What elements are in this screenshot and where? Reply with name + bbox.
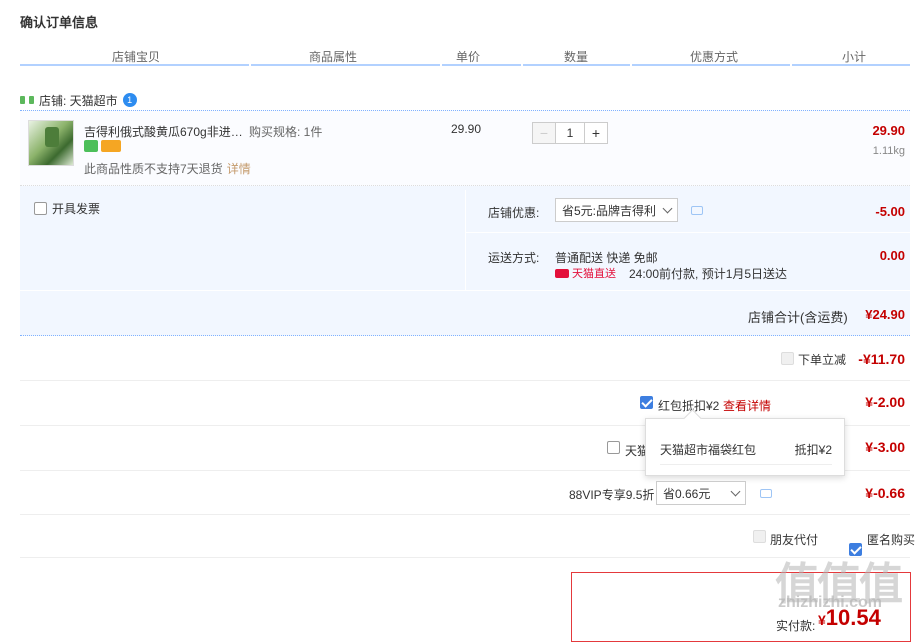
shop-promo-label: 店铺优惠: xyxy=(488,206,540,220)
vip-select[interactable]: 省0.66元 xyxy=(656,481,746,505)
popup-entry: 天猫超市福袋红包 抵扣¥2 xyxy=(660,441,832,465)
col-attributes: 商品属性 xyxy=(309,50,358,64)
shop-promo-select[interactable]: 省5元:品牌吉得利 xyxy=(555,198,678,222)
detail-link[interactable]: 详情 xyxy=(227,162,251,176)
popup-packet-value: 抵扣¥2 xyxy=(794,443,832,457)
service-tag-icon xyxy=(84,140,98,152)
product-attribute: 购买规格: 1件 xyxy=(249,125,323,139)
no-return-notice: 此商品性质不支持7天退货 详情 xyxy=(84,160,251,177)
col-shop-item: 店铺宝贝 xyxy=(112,50,161,64)
message-icon[interactable] xyxy=(760,489,772,498)
invoice-checkbox[interactable] xyxy=(34,202,47,215)
col-unit-price: 单价 xyxy=(456,50,481,64)
tmall-direct-badge: 天猫直送 xyxy=(555,265,616,281)
quantity-stepper: − 1 + xyxy=(532,122,608,144)
shop-name[interactable]: 店铺: 天猫超市 xyxy=(39,92,118,109)
friend-pay-label: 朋友代付 xyxy=(770,533,819,547)
red-packet-detail-link[interactable]: 查看详情 xyxy=(723,397,771,414)
panel-divider xyxy=(20,290,910,291)
item-subtotal: 29.90 xyxy=(872,123,905,138)
shipping-method: 普通配送 快递 免邮 xyxy=(555,251,658,265)
shop-icon xyxy=(20,94,34,106)
pay-currency: ¥ xyxy=(818,612,826,628)
shop-row: 店铺: 天猫超市 1 xyxy=(20,90,137,110)
chat-badge-icon[interactable]: 1 xyxy=(122,93,137,107)
vip-amount: ¥-0.66 xyxy=(865,485,905,501)
qty-plus-button[interactable]: + xyxy=(584,122,608,144)
pay-label: 实付款: xyxy=(776,619,816,633)
panel-divider xyxy=(465,190,466,290)
product-title[interactable]: 吉得利俄式酸黄瓜670g非进口... xyxy=(84,123,244,140)
order-discount-label: 下单立减 xyxy=(798,353,847,367)
message-icon[interactable] xyxy=(691,206,703,215)
tmall-checkbox[interactable] xyxy=(607,441,620,454)
friend-pay-checkbox xyxy=(753,530,766,543)
item-weight: 1.11kg xyxy=(872,145,905,157)
order-discount-checkbox xyxy=(781,352,794,365)
header-gap xyxy=(521,64,523,66)
page-title: 确认订单信息 xyxy=(20,15,99,30)
col-quantity: 数量 xyxy=(564,50,589,64)
chevron-down-icon xyxy=(730,486,741,497)
no-return-text: 此商品性质不支持7天退货 xyxy=(84,162,223,176)
row-divider xyxy=(20,514,910,515)
card-tag-icon xyxy=(101,140,121,152)
qty-input[interactable]: 1 xyxy=(556,122,584,144)
shipping-amount: 0.00 xyxy=(879,248,905,263)
header-gap xyxy=(630,64,632,66)
col-discount: 优惠方式 xyxy=(690,50,739,64)
panel-divider xyxy=(466,232,910,233)
chevron-down-icon xyxy=(662,203,673,214)
anonymous-label: 匿名购买 xyxy=(867,533,916,547)
shop-promo-value: 省5元:品牌吉得利 xyxy=(562,203,657,218)
red-packet-checkbox[interactable] xyxy=(640,396,653,409)
red-packet-amount: ¥-2.00 xyxy=(865,394,905,410)
header-divider xyxy=(20,64,910,66)
product-thumbnail[interactable] xyxy=(28,120,74,166)
shop-total-amount: ¥24.90 xyxy=(865,307,905,322)
header-gap xyxy=(440,64,442,66)
shop-promo-amount: -5.00 xyxy=(875,204,905,219)
popup-packet-name: 天猫超市福袋红包 xyxy=(660,443,757,457)
invoice-label: 开具发票 xyxy=(52,202,101,216)
tmall-amount: ¥-3.00 xyxy=(865,439,905,455)
vip-select-value: 省0.66元 xyxy=(663,486,711,501)
qty-minus-button[interactable]: − xyxy=(532,122,556,144)
tmall-direct-text: 天猫直送 xyxy=(572,268,616,280)
tmall-logo-icon xyxy=(555,269,569,279)
header-gap xyxy=(249,64,251,66)
red-packet-popup: 天猫超市福袋红包 抵扣¥2 xyxy=(645,418,845,476)
invoice-option[interactable]: 开具发票 xyxy=(34,200,100,217)
shop-total-label: 店铺合计(含运费) xyxy=(748,310,848,325)
order-discount-amount: -¥11.70 xyxy=(858,351,905,367)
shipping-eta: 24:00前付款, 预计1月5日送达 xyxy=(629,267,788,281)
shipping-label: 运送方式: xyxy=(488,251,540,265)
row-divider xyxy=(20,380,910,381)
unit-price: 29.90 xyxy=(451,122,482,136)
vip-label: 88VIP专享9.5折 xyxy=(569,488,655,502)
col-subtotal: 小计 xyxy=(842,50,867,64)
watermark-url: zhizhizhi.com xyxy=(778,594,882,611)
header-gap xyxy=(790,64,792,66)
